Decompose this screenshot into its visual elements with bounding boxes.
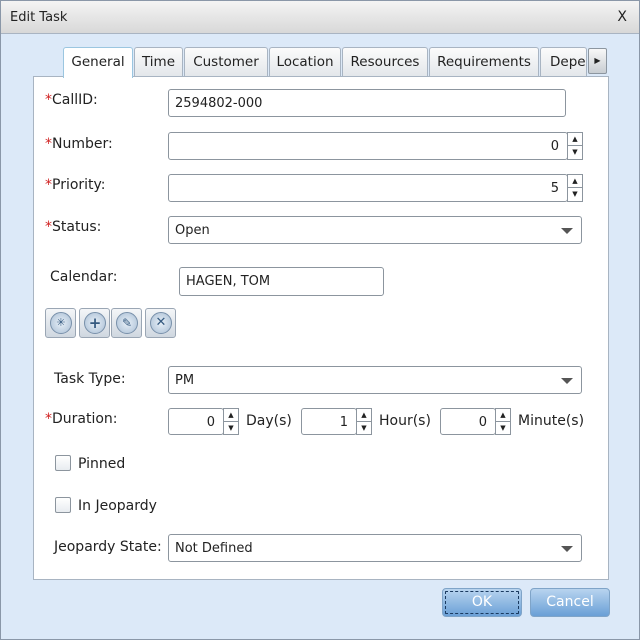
ok-button[interactable]: OK xyxy=(442,588,522,617)
number-spinner[interactable]: ▲ ▼ xyxy=(567,132,583,160)
jeopardy-state-label: Jeopardy State: xyxy=(54,539,162,555)
down-arrow-icon[interactable]: ▼ xyxy=(224,422,238,435)
hours-unit-label: Hour(s) xyxy=(379,413,431,429)
up-arrow-icon[interactable]: ▲ xyxy=(568,133,582,146)
tab-dependencies[interactable]: Depe xyxy=(540,47,587,77)
calendar-add-button[interactable]: + xyxy=(79,308,110,338)
tab-requirements[interactable]: Requirements xyxy=(429,47,539,77)
days-unit-label: Day(s) xyxy=(246,413,292,429)
edit-task-dialog: Edit Task X General Time Customer Locati… xyxy=(0,0,640,640)
up-arrow-icon[interactable]: ▲ xyxy=(496,409,510,422)
tab-resources[interactable]: Resources xyxy=(342,47,428,77)
title-bar: Edit Task X xyxy=(1,1,639,34)
tab-scroll-right-button[interactable]: ▶ xyxy=(588,48,607,74)
priority-label: *Priority: xyxy=(45,177,106,193)
up-arrow-icon[interactable]: ▲ xyxy=(568,175,582,188)
remove-icon: ✕ xyxy=(150,312,172,334)
chevron-down-icon xyxy=(561,228,573,234)
in-jeopardy-label: In Jeopardy xyxy=(78,498,157,514)
minutes-unit-label: Minute(s) xyxy=(518,413,585,429)
pinned-checkbox[interactable] xyxy=(55,455,71,471)
up-arrow-icon[interactable]: ▲ xyxy=(224,409,238,422)
number-input[interactable]: 0 xyxy=(168,132,568,160)
priority-input[interactable]: 5 xyxy=(168,174,568,202)
tab-location[interactable]: Location xyxy=(269,47,341,77)
task-type-label: Task Type: xyxy=(54,371,126,387)
calendar-remove-button[interactable]: ✕ xyxy=(145,308,176,338)
chevron-down-icon xyxy=(561,546,573,552)
callid-label: *CallID: xyxy=(45,92,98,108)
tab-general[interactable]: General xyxy=(63,47,133,78)
number-label: *Number: xyxy=(45,136,113,152)
callid-input[interactable]: 2594802-000 xyxy=(168,89,566,117)
calendar-edit-button[interactable]: ✎ xyxy=(111,308,142,338)
duration-hours-input[interactable]: 1 xyxy=(301,408,357,435)
close-button[interactable]: X xyxy=(617,9,627,25)
in-jeopardy-checkbox[interactable] xyxy=(55,497,71,513)
pinned-label: Pinned xyxy=(78,456,126,472)
down-arrow-icon[interactable]: ▼ xyxy=(496,422,510,435)
tab-time[interactable]: Time xyxy=(134,47,183,77)
cancel-button[interactable]: Cancel xyxy=(530,588,610,617)
minutes-spinner[interactable]: ▲ ▼ xyxy=(495,408,511,435)
down-arrow-icon[interactable]: ▼ xyxy=(568,146,582,159)
task-type-value: PM xyxy=(175,373,195,388)
duration-minutes-input[interactable]: 0 xyxy=(440,408,496,435)
hours-spinner[interactable]: ▲ ▼ xyxy=(356,408,372,435)
down-arrow-icon[interactable]: ▼ xyxy=(357,422,371,435)
status-label: *Status: xyxy=(45,219,102,235)
priority-spinner[interactable]: ▲ ▼ xyxy=(567,174,583,202)
status-value: Open xyxy=(175,223,210,238)
edit-icon: ✎ xyxy=(116,312,138,334)
chevron-down-icon xyxy=(561,378,573,384)
browse-icon: ✳ xyxy=(50,312,72,334)
jeopardy-state-select[interactable]: Not Defined xyxy=(168,534,582,562)
down-arrow-icon[interactable]: ▼ xyxy=(568,188,582,201)
days-spinner[interactable]: ▲ ▼ xyxy=(223,408,239,435)
jeopardy-state-value: Not Defined xyxy=(175,541,253,556)
duration-days-input[interactable]: 0 xyxy=(168,408,224,435)
duration-label: *Duration: xyxy=(45,411,118,427)
tab-customer[interactable]: Customer xyxy=(184,47,268,77)
calendar-label: Calendar: xyxy=(50,269,118,285)
task-type-select[interactable]: PM xyxy=(168,366,582,394)
calendar-input[interactable]: HAGEN, TOM xyxy=(179,267,384,296)
dialog-title: Edit Task xyxy=(10,10,68,25)
status-select[interactable]: Open xyxy=(168,216,582,244)
up-arrow-icon[interactable]: ▲ xyxy=(357,409,371,422)
add-icon: + xyxy=(84,312,106,334)
calendar-browse-button[interactable]: ✳ xyxy=(45,308,76,338)
